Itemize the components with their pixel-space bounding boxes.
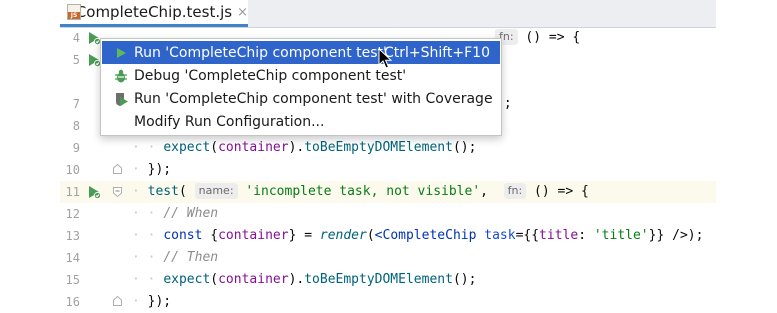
code-line-14[interactable]: · · // Then: [132, 247, 716, 269]
line-number: 10: [65, 163, 80, 177]
menu-item-run[interactable]: Run 'CompleteChip component test' Ctrl+S…: [102, 41, 500, 64]
line-number: 15: [65, 273, 80, 287]
menu-item-debug[interactable]: Debug 'CompleteChip component test': [102, 64, 500, 87]
tab-title: CompleteChip.test.js: [75, 3, 233, 21]
coverage-icon: [113, 91, 129, 107]
parameter-hint: name:: [194, 183, 238, 199]
line-number: 11: [65, 185, 80, 199]
close-tab-icon[interactable]: ×: [237, 5, 248, 20]
line-number: 13: [65, 229, 80, 243]
line-number: 7: [72, 97, 80, 111]
code-line-16[interactable]: · });: [132, 291, 716, 313]
line-number: 12: [65, 207, 80, 221]
line-number: 5: [72, 53, 80, 67]
line-number: 8: [72, 119, 80, 133]
line-number: 16: [65, 295, 80, 309]
editor-tab-strip: JS CompleteChip.test.js ×: [60, 0, 716, 28]
fold-start-icon[interactable]: [113, 187, 122, 197]
parameter-hint: fn:: [503, 183, 527, 199]
run-test-gutter-icon[interactable]: [86, 184, 102, 200]
run-context-popup: Run 'CompleteChip component test' Ctrl+S…: [100, 38, 502, 136]
line-number: 14: [65, 251, 80, 265]
code-line-13[interactable]: · · const {container} = render(<Complete…: [132, 225, 716, 247]
code-line-12[interactable]: · · // When: [132, 203, 716, 225]
code-line-15[interactable]: · · expect(container).toBeEmptyDOMElemen…: [132, 269, 716, 291]
mouse-cursor-icon: [378, 48, 392, 69]
line-number: 9: [72, 141, 80, 155]
line-number: 4: [72, 31, 80, 45]
fold-end-icon[interactable]: [113, 296, 122, 306]
code-line-11[interactable]: · test( name: 'incomplete task, not visi…: [132, 181, 716, 203]
code-line-10[interactable]: · });: [132, 159, 716, 181]
javascript-file-icon: JS: [67, 4, 81, 20]
menu-item-run-coverage[interactable]: Run 'CompleteChip component test' with C…: [102, 87, 500, 110]
code-line-9[interactable]: · · expect(container).toBeEmptyDOMElemen…: [132, 137, 716, 159]
tab-completechip-test[interactable]: JS CompleteChip.test.js ×: [60, 0, 248, 27]
debug-icon: [113, 68, 129, 84]
run-icon: [113, 45, 129, 61]
shortcut-label: Ctrl+Shift+F10: [383, 44, 490, 61]
fold-end-icon[interactable]: [113, 164, 122, 174]
menu-item-modify-run-config[interactable]: Modify Run Configuration...: [102, 110, 500, 133]
